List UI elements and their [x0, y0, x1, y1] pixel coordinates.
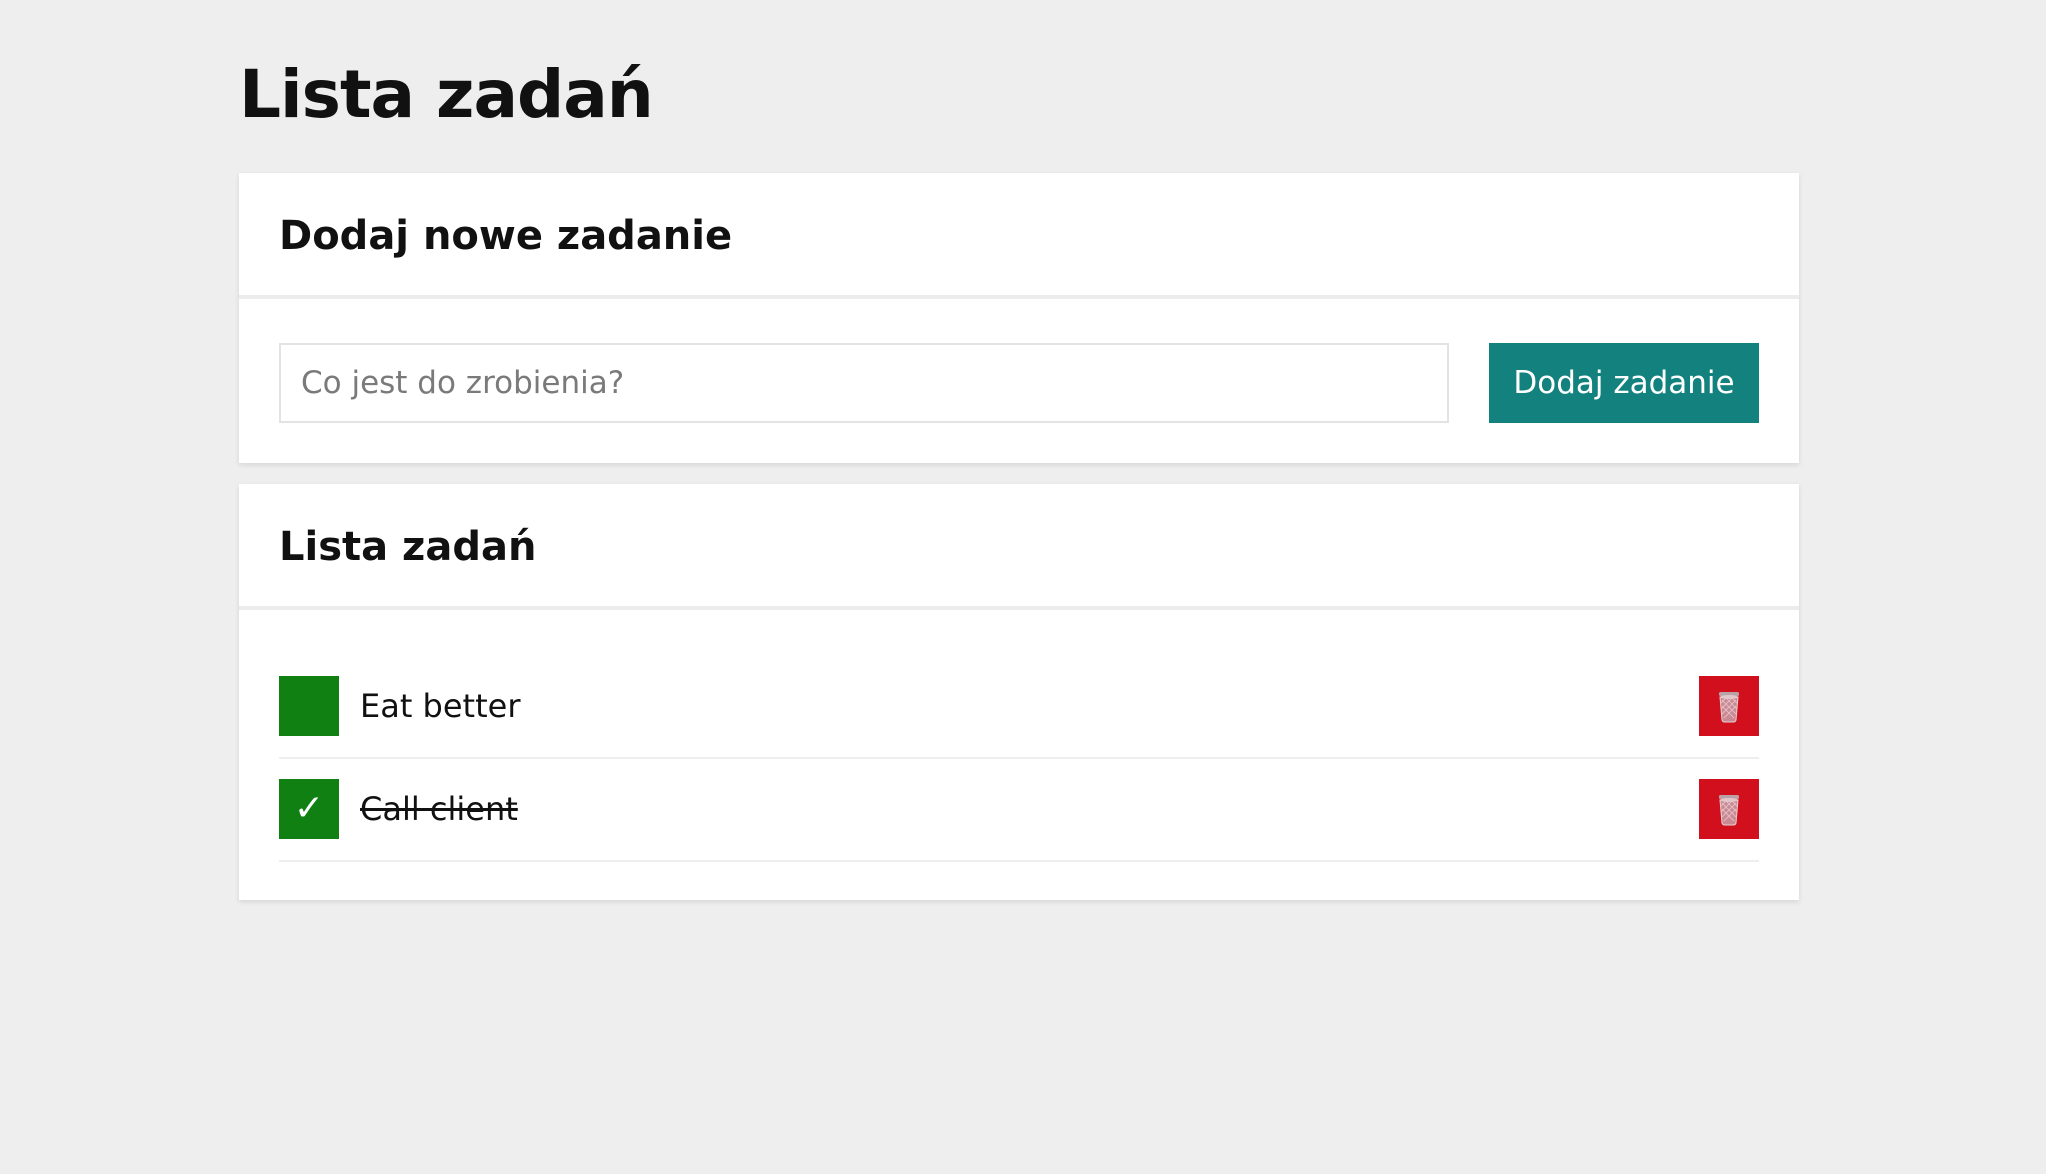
task-list-card-title: Lista zadań [279, 524, 537, 570]
task-label: Eat better [360, 687, 521, 725]
delete-task-button[interactable] [1699, 779, 1759, 839]
task-list-card: Lista zadań Eat better ✓ Call client [239, 484, 1799, 900]
delete-task-button[interactable] [1699, 676, 1759, 736]
add-task-card-header: Dodaj nowe zadanie [239, 173, 1799, 299]
task-label: Call client [360, 790, 518, 828]
todo-page: Lista zadań Dodaj nowe zadanie Dodaj zad… [0, 0, 2046, 1174]
task-list-card-header: Lista zadań [239, 484, 1799, 610]
task-checkbox-checked[interactable]: ✓ [279, 779, 339, 839]
trash-icon [1719, 795, 1739, 826]
task-item: ✓ Call client [279, 759, 1759, 862]
task-item: Eat better [279, 656, 1759, 759]
add-task-card-title: Dodaj nowe zadanie [279, 213, 733, 259]
add-task-button[interactable]: Dodaj zadanie [1489, 343, 1759, 423]
trash-icon [1719, 692, 1739, 723]
task-list: Eat better ✓ Call client [279, 656, 1759, 862]
page-title: Lista zadań [239, 56, 654, 133]
add-task-card: Dodaj nowe zadanie Dodaj zadanie [239, 173, 1799, 463]
task-checkbox[interactable] [279, 676, 339, 736]
new-task-input[interactable] [279, 343, 1449, 423]
